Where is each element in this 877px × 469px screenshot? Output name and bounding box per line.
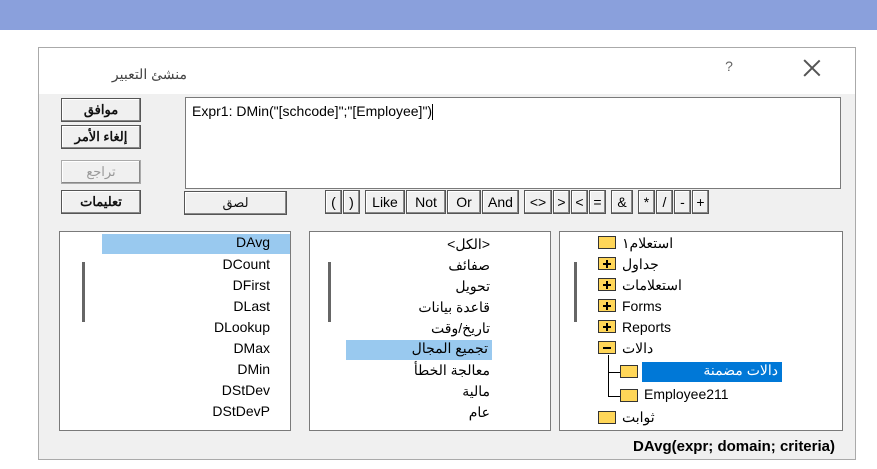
dialog-title: منشئ التعبير <box>111 66 187 82</box>
operator-button[interactable]: > <box>553 190 570 214</box>
list-item[interactable]: معالجة الخطأ <box>414 362 490 379</box>
close-icon[interactable] <box>799 56 825 82</box>
list-item[interactable]: عام <box>469 404 490 421</box>
open-folder-icon <box>620 365 638 378</box>
list-item[interactable]: مالية <box>462 383 490 400</box>
tree-item[interactable]: جداول <box>622 256 659 273</box>
expression-builder-dialog: منشئ التعبير ? موافق إلغاء الأمر تراجع ت… <box>38 47 856 460</box>
folder-icon <box>598 236 616 249</box>
tree-connector <box>608 396 620 397</box>
text-caret <box>432 104 434 121</box>
operator-button[interactable]: Or <box>447 190 481 214</box>
list-item[interactable]: DLast <box>233 298 270 314</box>
expression-text: Expr1: DMin("[schcode]";"[Employee]") <box>192 103 433 119</box>
background-window-strip <box>0 0 877 30</box>
list-item[interactable]: DCount <box>223 256 270 272</box>
list-item[interactable]: DMin <box>237 361 270 377</box>
list-item[interactable]: صفائف <box>448 257 490 274</box>
operator-button[interactable]: - <box>674 190 691 214</box>
operator-button[interactable]: & <box>611 190 633 214</box>
list-item[interactable]: DStDev <box>222 382 270 398</box>
list-item[interactable]: قاعدة بيانات <box>418 299 490 316</box>
operator-button[interactable]: <> <box>524 190 552 214</box>
operator-button[interactable]: < <box>571 190 588 214</box>
help-icon[interactable]: ? <box>719 58 739 80</box>
list-item[interactable]: DLookup <box>214 319 270 335</box>
list-item[interactable]: DMax <box>233 340 270 356</box>
list-item[interactable]: تجميع المجال <box>346 340 492 360</box>
help-button[interactable]: تعليمات <box>61 190 141 214</box>
operator-button[interactable]: And <box>482 190 519 214</box>
category-list-scrollbar[interactable] <box>328 262 331 322</box>
collapse-folder-icon[interactable] <box>598 341 616 354</box>
list-item[interactable]: DFirst <box>233 277 270 293</box>
operator-button[interactable]: + <box>692 190 709 214</box>
tree-item[interactable]: ثوابت <box>622 409 655 426</box>
folder-icon <box>620 389 638 402</box>
folder-icon <box>598 411 616 424</box>
tree-item[interactable]: دالات <box>622 340 653 357</box>
tree-item[interactable]: Forms <box>622 298 662 314</box>
paste-button[interactable]: لصق <box>184 191 287 215</box>
operator-button[interactable]: = <box>589 190 606 214</box>
cancel-button[interactable]: إلغاء الأمر <box>61 125 141 149</box>
expand-folder-icon[interactable] <box>598 299 616 312</box>
operator-button[interactable]: ) <box>343 190 360 214</box>
undo-button[interactable]: تراجع <box>61 160 141 184</box>
tree-item[interactable]: Reports <box>622 319 671 335</box>
expand-folder-icon[interactable] <box>598 278 616 291</box>
title-bar: منشئ التعبير ? <box>39 48 855 94</box>
operator-button[interactable]: / <box>656 190 673 214</box>
operator-button[interactable]: * <box>638 190 655 214</box>
expression-input[interactable]: Expr1: DMin("[schcode]";"[Employee]") <box>185 97 841 189</box>
operator-button[interactable]: ( <box>325 190 342 214</box>
tree-item-selected[interactable]: دالات مضمنة <box>642 362 782 382</box>
list-item[interactable]: تحويل <box>455 278 490 295</box>
tree-item[interactable]: استعلامات <box>622 277 682 294</box>
object-tree-scrollbar[interactable] <box>574 262 577 322</box>
expand-folder-icon[interactable] <box>598 257 616 270</box>
list-item[interactable]: <الكل> <box>447 236 490 253</box>
tree-connector <box>608 372 620 373</box>
list-item[interactable]: تاريخ/وقت <box>431 320 490 337</box>
function-signature: DAvg(expr; domain; criteria) <box>633 438 835 455</box>
list-item[interactable]: DAvg <box>102 234 290 254</box>
tree-item[interactable]: Employee211 <box>644 386 729 402</box>
operator-button[interactable]: Like <box>365 190 405 214</box>
tree-connector <box>608 355 609 397</box>
status-bar: DAvg(expr; domain; criteria) <box>39 436 855 460</box>
expand-folder-icon[interactable] <box>598 320 616 333</box>
tree-item[interactable]: استعلام١ <box>622 235 673 252</box>
operator-button[interactable]: Not <box>406 190 446 214</box>
category-list[interactable]: <الكل> صفائف تحويل قاعدة بيانات تاريخ/وق… <box>309 231 551 431</box>
function-list[interactable]: DAvg DCount DFirst DLast DLookup DMax DM… <box>59 231 291 431</box>
function-list-scrollbar[interactable] <box>82 262 85 322</box>
list-item[interactable]: DStDevP <box>212 403 270 419</box>
object-tree[interactable]: استعلام١ جداول استعلامات Forms Reports د… <box>559 231 843 431</box>
ok-button[interactable]: موافق <box>61 98 141 122</box>
